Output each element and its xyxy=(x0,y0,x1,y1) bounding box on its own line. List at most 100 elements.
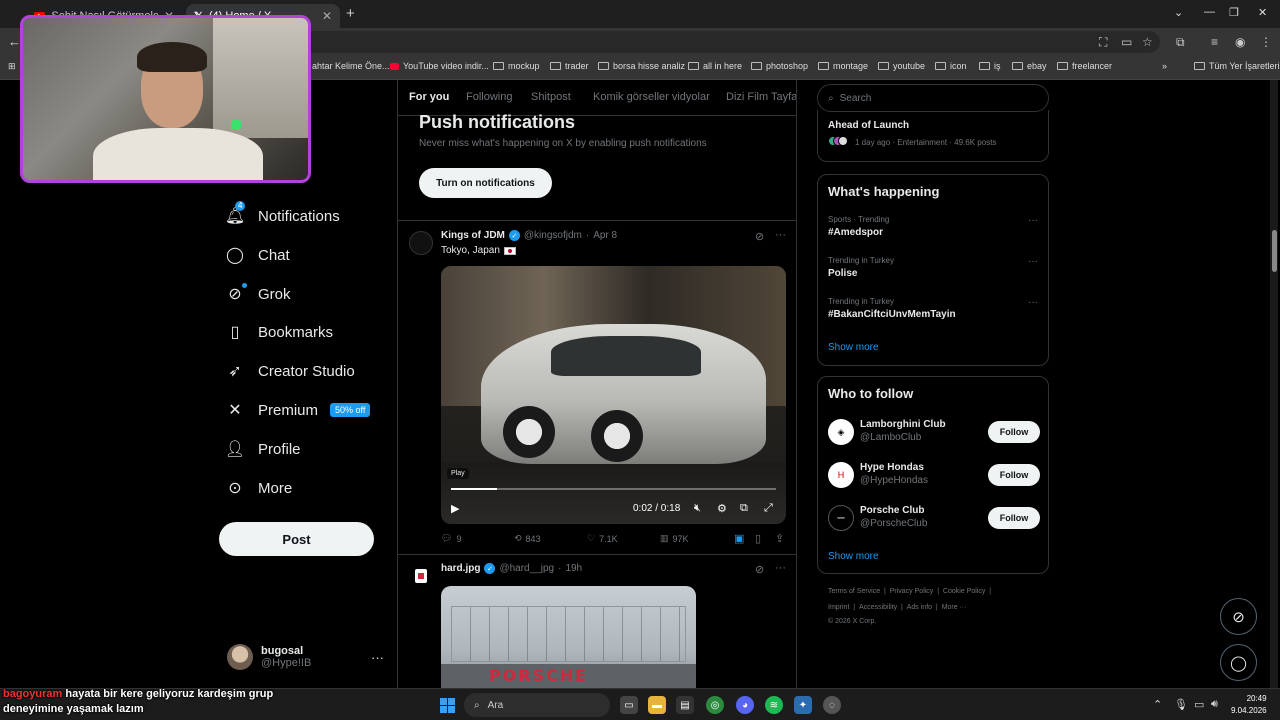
more-bookmarks-icon[interactable]: » xyxy=(1162,61,1167,71)
trend-more-icon[interactable]: ··· xyxy=(1028,256,1038,267)
cast-icon[interactable]: ▭ xyxy=(1121,35,1132,49)
tweet-date[interactable]: 19h xyxy=(565,563,582,574)
fullscreen-icon[interactable]: ⤢ xyxy=(764,502,773,515)
bookmark-folder[interactable]: youtube xyxy=(878,61,925,71)
spotify-icon[interactable]: ≋ xyxy=(765,696,783,714)
trend-item[interactable]: Sports · Trending #Amedspor xyxy=(828,215,889,238)
tab-for-you[interactable]: For you xyxy=(409,91,449,103)
follow-suggestion[interactable]: H Hype Hondas @HypeHondas Follow xyxy=(828,460,1040,494)
tweet-author-avatar[interactable] xyxy=(409,231,433,255)
bookmark-icon[interactable]: ▯ xyxy=(755,532,761,545)
follow-suggestion[interactable]: ◈ Lamborghini Club @LamboClub Follow xyxy=(828,417,1040,451)
grok-fab-icon[interactable]: ⊘ xyxy=(1220,598,1257,635)
tweet-video[interactable]: Play ▶ 0:02 / 0:18 🔇︎ ⚙ ⧉ ⤢ xyxy=(441,266,786,524)
grok-explain-icon[interactable]: ⊘ xyxy=(755,563,764,576)
tweet-author-name[interactable]: Kings of JDM xyxy=(441,230,505,241)
apps-grid-icon[interactable]: ⊞ xyxy=(8,61,16,72)
tab-following[interactable]: Following xyxy=(466,91,512,103)
show-more-link[interactable]: Show more xyxy=(828,551,879,562)
post-button[interactable]: Post xyxy=(219,522,374,556)
all-bookmarks-folder[interactable]: Tüm Yer İşaretleri xyxy=(1194,61,1280,71)
maximize-icon[interactable]: ❐ xyxy=(1229,6,1239,19)
show-more-link[interactable]: Show more xyxy=(828,342,879,353)
footer-link[interactable]: More ··· xyxy=(942,604,967,611)
bookmark-folder[interactable]: montage xyxy=(818,61,868,71)
picture-in-picture-icon[interactable]: ⧉ xyxy=(740,502,748,515)
extensions-chevron-icon[interactable]: ⌄ xyxy=(1174,6,1183,19)
bookmark-folder[interactable]: trader xyxy=(550,61,589,71)
window-close-icon[interactable]: ✕ xyxy=(1258,6,1267,19)
address-bar[interactable] xyxy=(300,31,1160,53)
taskbar-clock[interactable]: 20:49 9.04.2026 xyxy=(1231,693,1267,717)
network-icon[interactable]: ▭ xyxy=(1194,698,1204,711)
tab-dizi-film[interactable]: Dizi Film Tayfa xyxy=(726,91,796,103)
nav-bookmarks[interactable]: ▯ Bookmarks xyxy=(226,323,333,342)
tab-shitpost[interactable]: Shitpost xyxy=(531,91,571,103)
share-icon[interactable]: ⇪ xyxy=(775,532,784,545)
footer-link[interactable]: Accessibility xyxy=(859,604,897,611)
chat-fab-icon[interactable]: ◯ xyxy=(1220,644,1257,681)
nav-notifications[interactable]: 🔔︎ 4 Notifications xyxy=(225,201,340,225)
video-progress-bar[interactable] xyxy=(451,488,776,490)
tray-chevron-icon[interactable]: ⌃ xyxy=(1153,698,1162,711)
footer-link[interactable]: Imprint xyxy=(828,604,849,611)
tweet-more-icon[interactable]: ··· xyxy=(775,562,786,574)
nav-profile[interactable]: 👤︎ Profile xyxy=(225,440,301,459)
follow-suggestion[interactable]: ━━ Porsche Club @PorscheClub Follow xyxy=(828,503,1040,537)
footer-link[interactable]: Ads info xyxy=(907,604,932,611)
turn-on-notifications-button[interactable]: Turn on notifications xyxy=(419,168,552,198)
nav-premium[interactable]: ✕ Premium 50% off xyxy=(226,401,371,419)
scrollbar[interactable] xyxy=(1270,80,1278,688)
bookmark-folder[interactable]: all in here xyxy=(688,61,742,71)
nav-grok[interactable]: ⊘ Grok xyxy=(226,283,291,303)
close-icon[interactable]: ✕ xyxy=(322,9,332,23)
settings-gear-icon[interactable]: ⚙ xyxy=(717,502,727,515)
windows-start-icon[interactable] xyxy=(440,698,455,713)
follow-button[interactable]: Follow xyxy=(988,464,1040,486)
app-icon[interactable]: ◌ xyxy=(823,696,841,714)
follow-button[interactable]: Follow xyxy=(988,507,1040,529)
grok-explain-icon[interactable]: ⊘ xyxy=(755,230,764,243)
footer-link[interactable]: Privacy Policy xyxy=(890,588,934,595)
mute-icon[interactable]: 🔇︎ xyxy=(694,502,701,515)
bookmark-folder[interactable]: iş xyxy=(979,61,1001,71)
minimize-icon[interactable]: — xyxy=(1204,6,1215,18)
tweet-author-handle[interactable]: @hard__jpg xyxy=(499,563,554,574)
translate-icon[interactable]: ⛶ xyxy=(1099,35,1107,50)
tweet-date[interactable]: Apr 8 xyxy=(593,230,617,241)
terminal-icon[interactable]: ▤ xyxy=(676,696,694,714)
microphone-icon[interactable]: 🎙︎ xyxy=(1174,698,1188,711)
trending-event-card[interactable]: Ahead of Launch 1 day ago · Entertainmen… xyxy=(817,110,1049,162)
like-button[interactable]: ♡ 7.1K xyxy=(587,533,618,544)
bookmark-item[interactable]: YouTube video indir... xyxy=(390,61,489,71)
bookmark-folder[interactable]: icon xyxy=(935,61,967,71)
profile-avatar-icon[interactable]: ◉ xyxy=(1235,35,1245,49)
tweet-more-icon[interactable]: ··· xyxy=(775,229,786,241)
media-control-icon[interactable]: ≡ xyxy=(1211,35,1218,49)
reply-button[interactable]: 💬︎ 9 xyxy=(441,533,461,544)
account-switcher[interactable]: bugosal @Hype!IB xyxy=(227,644,311,670)
taskbar-search[interactable]: ⌕ Ara xyxy=(464,693,610,717)
extensions-icon[interactable]: ⧉ xyxy=(1176,35,1185,50)
footer-link[interactable]: Terms of Service xyxy=(828,588,880,595)
grok-summary-icon[interactable]: ▣ xyxy=(734,532,744,545)
nav-creator-studio[interactable]: ➶ Creator Studio xyxy=(226,362,354,381)
tweet-author-name[interactable]: hard.jpg xyxy=(441,563,480,574)
star-icon[interactable]: ☆ xyxy=(1142,35,1153,49)
bookmark-folder[interactable]: borsa hisse analiz xyxy=(598,61,685,71)
new-tab-button[interactable]: + xyxy=(346,5,355,22)
trend-item[interactable]: Trending in Turkey Polise xyxy=(828,256,894,279)
trend-more-icon[interactable]: ··· xyxy=(1028,297,1038,308)
play-icon[interactable]: ▶ xyxy=(451,502,459,515)
trend-item[interactable]: Trending in Turkey #BakanCiftciUnvMemTay… xyxy=(828,297,956,320)
task-view-icon[interactable]: ▭ xyxy=(620,696,638,714)
chrome-icon[interactable]: ◎ xyxy=(706,696,724,714)
discord-icon[interactable]: ◕ xyxy=(736,696,754,714)
nav-chat[interactable]: ◯ Chat xyxy=(226,246,290,265)
search-input[interactable]: ⌕ Search xyxy=(817,84,1049,112)
app-icon[interactable]: ✦ xyxy=(794,696,812,714)
kebab-menu-icon[interactable]: ⋮ xyxy=(1260,35,1272,49)
bookmark-folder[interactable]: freelancer xyxy=(1057,61,1112,71)
footer-link[interactable]: Cookie Policy xyxy=(943,588,985,595)
repost-button[interactable]: ⟲ 843 xyxy=(514,533,541,544)
